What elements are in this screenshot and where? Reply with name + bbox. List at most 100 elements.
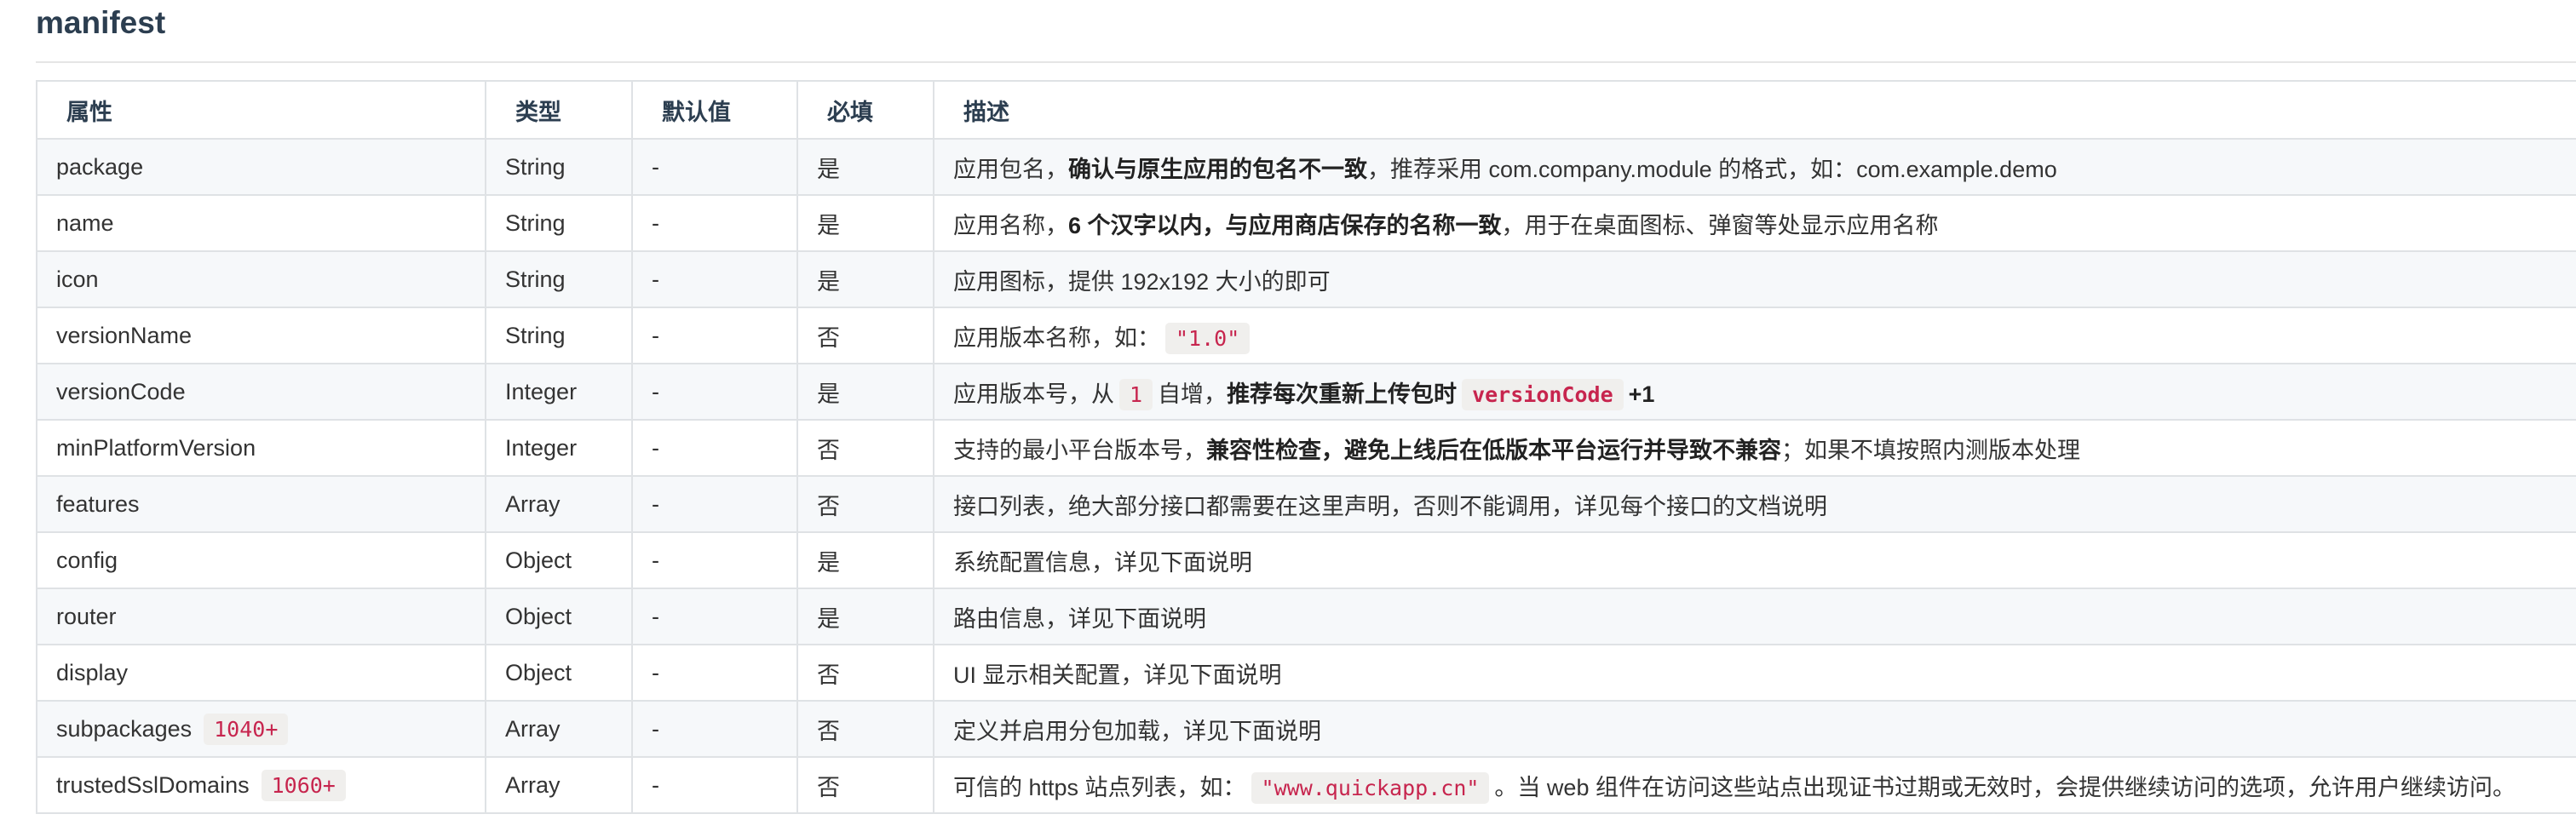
version-tag: 1040+: [204, 713, 289, 745]
cell-default: -: [631, 250, 798, 308]
property-name: minPlatformVersion: [56, 434, 256, 461]
cell-type: String: [485, 194, 633, 252]
property-name: config: [56, 547, 118, 573]
table-row: versionName String - 否应用版本名称，如： "1.0": [36, 307, 2576, 364]
cell-required: 是: [796, 588, 934, 645]
cell-required: 是: [796, 363, 934, 421]
description-text: 。当 web 组件在访问这些站点出现证书过期或无效时，会提供继续访问的选项，允许…: [1494, 774, 2516, 800]
cell-type: Integer: [485, 419, 633, 477]
cell-default: -: [631, 419, 798, 477]
cell-type: Object: [485, 531, 633, 589]
description-text: ，推荐采用 com.company.module 的格式，如：com.examp…: [1367, 156, 2057, 182]
cell-property: router: [36, 588, 486, 645]
emphasis-text: 确认与原生应用的包名不一致: [1068, 156, 1367, 182]
cell-type: Integer: [485, 363, 633, 421]
property-name: name: [56, 209, 114, 236]
cell-required: 是: [796, 531, 934, 589]
cell-type: String: [485, 138, 633, 196]
cell-required: 是: [796, 194, 934, 252]
table-row: features Array - 否接口列表，绝大部分接口都需要在这里声明，否则不能调…: [36, 475, 2576, 533]
cell-default: -: [631, 194, 798, 252]
cell-type: Array: [485, 475, 633, 533]
description-text: 接口列表，绝大部分接口都需要在这里声明，否则不能调用，详见每个接口的文档说明: [953, 493, 1827, 519]
description-text: ，用于在桌面图标、弹窗等处显示应用名称: [1501, 212, 1939, 238]
cell-property: trustedSslDomains 1060+: [36, 756, 486, 814]
cell-description: 应用名称，6 个汉字以内，与应用商店保存的名称一致，用于在桌面图标、弹窗等处显示…: [933, 194, 2576, 252]
cell-required: 否: [796, 419, 934, 477]
property-name: router: [56, 603, 117, 629]
manifest-doc-page: manifest 属性 类型 默认值 必填 描述 package String - 是…: [0, 0, 2576, 837]
table-body: package String - 是应用包名，确认与原生应用的包名不一致，推荐采用 c…: [36, 138, 2576, 814]
cell-required: 否: [796, 307, 934, 364]
emphasis-text: 兼容性检查，避免上线后在低版本平台运行并导致不兼容: [1206, 437, 1781, 463]
cell-required: 否: [796, 644, 934, 702]
cell-property: name: [36, 194, 486, 252]
cell-default: -: [631, 363, 798, 421]
description-text: 应用版本号，从: [953, 381, 1114, 407]
table-row: subpackages 1040+ Array - 否定义并启用分包加载，详见下面说明: [36, 700, 2576, 758]
cell-default: -: [631, 307, 798, 364]
cell-property: versionCode: [36, 363, 486, 421]
cell-description: 接口列表，绝大部分接口都需要在这里声明，否则不能调用，详见每个接口的文档说明: [933, 475, 2576, 533]
table-row: icon String - 是应用图标，提供 192x192 大小的即可: [36, 250, 2576, 308]
description-text: 应用版本名称，如：: [953, 324, 1160, 351]
cell-property: package: [36, 138, 486, 196]
description-text: UI 显示相关配置，详见下面说明: [953, 662, 1282, 688]
cell-description: 可信的 https 站点列表，如： "www.quickapp.cn" 。当 web…: [933, 756, 2576, 814]
cell-required: 是: [796, 138, 934, 196]
inline-code: 1: [1119, 378, 1153, 410]
emphasis-text: 推荐每次重新上传包时: [1227, 381, 1458, 407]
cell-property: features: [36, 475, 486, 533]
description-text: 路由信息，详见下面说明: [953, 605, 1206, 632]
cell-type: Array: [485, 700, 633, 758]
cell-description: UI 显示相关配置，详见下面说明: [933, 644, 2576, 702]
cell-property: minPlatformVersion: [36, 419, 486, 477]
header-required: 必填: [796, 80, 934, 140]
table-row: config Object - 是系统配置信息，详见下面说明: [36, 531, 2576, 589]
cell-property: display: [36, 644, 486, 702]
table-row: minPlatformVersion Integer - 否支持的最小平台版本号，兼容…: [36, 419, 2576, 477]
property-name: display: [56, 659, 129, 685]
cell-default: -: [631, 700, 798, 758]
inline-code: "1.0": [1165, 322, 1251, 354]
header-property: 属性: [36, 80, 486, 140]
cell-default: -: [631, 588, 798, 645]
cell-property: versionName: [36, 307, 486, 364]
emphasis-text: +1: [1628, 381, 1655, 407]
cell-required: 否: [796, 700, 934, 758]
property-name: trustedSslDomains: [56, 771, 250, 798]
property-name: versionCode: [56, 378, 186, 404]
cell-default: -: [631, 644, 798, 702]
property-name: package: [56, 153, 144, 180]
cell-description: 应用版本名称，如： "1.0": [933, 307, 2576, 364]
table-row: versionCode Integer - 是应用版本号，从 1 自增，推荐每次重新上传包…: [36, 363, 2576, 421]
header-description: 描述: [933, 80, 2576, 140]
cell-type: Object: [485, 644, 633, 702]
description-text: 应用名称，: [953, 212, 1068, 238]
cell-property: icon: [36, 250, 486, 308]
description-text: 可信的 https 站点列表，如：: [953, 774, 1246, 800]
header-row: 属性 类型 默认值 必填 描述: [36, 80, 2576, 140]
cell-description: 应用版本号，从 1 自增，推荐每次重新上传包时 versionCode +1: [933, 363, 2576, 421]
title-divider: [36, 61, 2576, 63]
table-row: router Object - 是路由信息，详见下面说明: [36, 588, 2576, 645]
table-row: display Object - 否 UI 显示相关配置，详见下面说明: [36, 644, 2576, 702]
header-default: 默认值: [631, 80, 798, 140]
cell-default: -: [631, 531, 798, 589]
description-text: 定义并启用分包加载，详见下面说明: [953, 718, 1321, 744]
cell-default: -: [631, 756, 798, 814]
description-text: 应用图标，提供 192x192 大小的即可: [953, 268, 1331, 295]
cell-default: -: [631, 475, 798, 533]
cell-type: String: [485, 307, 633, 364]
property-name: features: [56, 490, 140, 517]
description-text: 应用包名，: [953, 156, 1068, 182]
cell-type: Object: [485, 588, 633, 645]
description-text: 支持的最小平台版本号，: [953, 437, 1206, 463]
table-header: 属性 类型 默认值 必填 描述: [36, 80, 2576, 140]
cell-default: -: [631, 138, 798, 196]
manifest-properties-table: 属性 类型 默认值 必填 描述 package String - 是应用包名，确认与原…: [36, 80, 2576, 814]
emphasis-text: 6 个汉字以内，与应用商店保存的名称一致: [1068, 212, 1502, 238]
inline-code: versionCode: [1462, 378, 1624, 410]
cell-description: 定义并启用分包加载，详见下面说明: [933, 700, 2576, 758]
inline-code: "www.quickapp.cn": [1251, 771, 1490, 804]
